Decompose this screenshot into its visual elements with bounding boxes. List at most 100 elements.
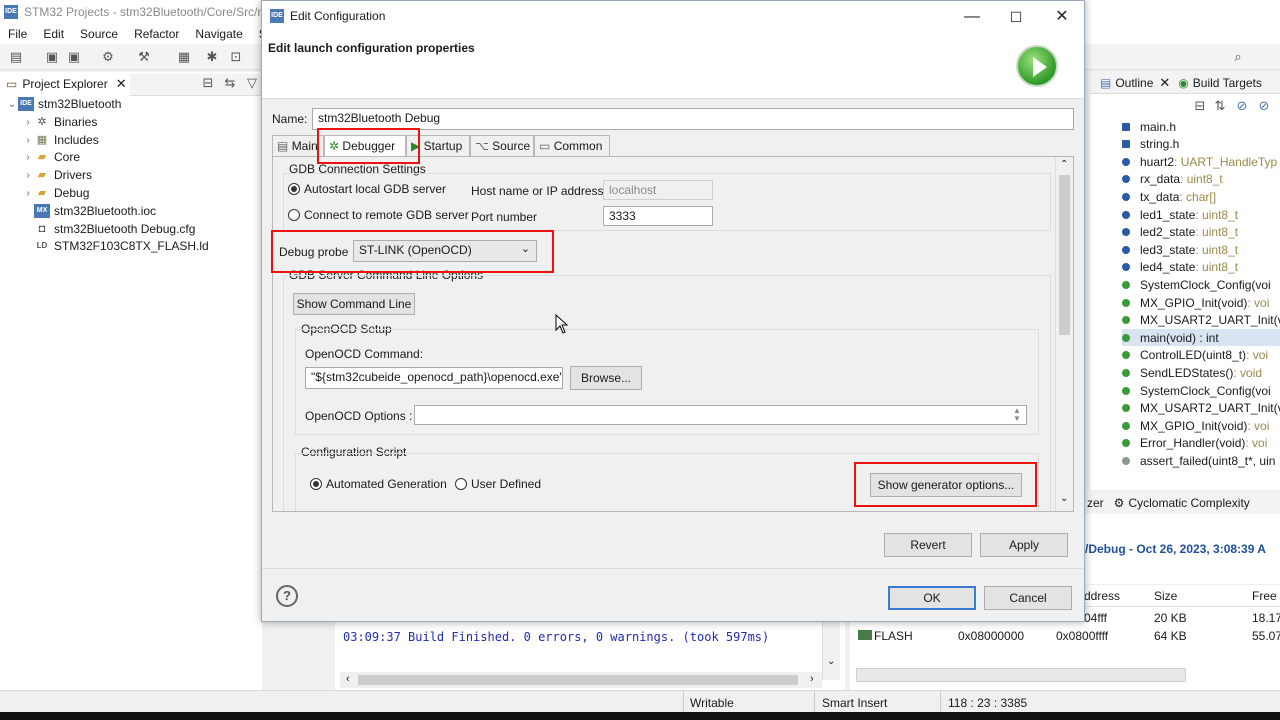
show-command-line-button[interactable]: Show Command Line: [293, 293, 415, 315]
chevron-right-icon[interactable]: ›: [22, 117, 34, 128]
close-icon[interactable]: ✕: [1052, 7, 1072, 27]
revert-button[interactable]: Revert: [884, 533, 972, 557]
outline-item[interactable]: led4_state : uint8_t: [1122, 259, 1238, 276]
table-row[interactable]: FLASH 0x08000000 0x0800ffff 64 KB 55.07: [850, 627, 1280, 645]
outline-item[interactable]: MX_USART2_UART_Init(vo: [1122, 400, 1280, 417]
outline-item[interactable]: Error_Handler(void) : voi: [1122, 435, 1267, 452]
tab-source[interactable]: ⌥ Source: [470, 135, 534, 156]
outline-item[interactable]: main.h: [1122, 118, 1176, 135]
outline-item[interactable]: MX_USART2_UART_Init(vo: [1122, 312, 1280, 329]
maximize-icon[interactable]: ☐: [1006, 7, 1026, 27]
close-icon[interactable]: ✕: [1159, 75, 1170, 91]
filter-icon[interactable]: ▽: [244, 75, 260, 91]
cancel-button[interactable]: Cancel: [984, 586, 1072, 610]
tree-item-binaries[interactable]: › ✲ Binaries: [22, 113, 97, 131]
chevron-left-icon[interactable]: ‹: [346, 673, 350, 685]
tab-cyclomatic-complexity[interactable]: Cyclomatic Complexity: [1128, 496, 1249, 510]
chevron-right-icon[interactable]: ›: [22, 152, 34, 163]
tree-item-ioc[interactable]: MX stm32Bluetooth.ioc: [34, 202, 156, 220]
config-name-field[interactable]: stm32Bluetooth Debug: [312, 108, 1074, 130]
menu-file[interactable]: File: [0, 27, 35, 41]
tab-analyzer[interactable]: zer: [1087, 496, 1104, 510]
menu-navigate[interactable]: Navigate: [187, 27, 250, 41]
outline-item[interactable]: led1_state : uint8_t: [1122, 206, 1238, 223]
link-editor-icon[interactable]: ⇆: [222, 75, 238, 91]
tab-outline[interactable]: Outline: [1115, 76, 1153, 90]
autostart-radio[interactable]: [288, 183, 300, 195]
outline-item[interactable]: assert_failed(uint8_t*, uin: [1122, 452, 1275, 469]
column-free[interactable]: Free: [1252, 589, 1277, 603]
openocd-options-field[interactable]: [414, 405, 1027, 425]
outline-item[interactable]: MX_GPIO_Init(void) : voi: [1122, 294, 1269, 311]
column-size[interactable]: Size: [1154, 589, 1177, 603]
chevron-right-icon[interactable]: ›: [810, 673, 814, 685]
openocd-command-field[interactable]: "${stm32cubeide_openocd_path}\openocd.ex…: [305, 367, 563, 389]
console-vscrollbar[interactable]: ⌄: [822, 622, 840, 680]
column-address[interactable]: ddress: [1084, 589, 1120, 603]
automated-generation-radio[interactable]: [310, 478, 322, 490]
user-defined-radio[interactable]: [455, 478, 467, 490]
tree-project[interactable]: ⌄ IDE stm32Bluetooth: [6, 95, 121, 113]
outline-item[interactable]: rx_data : uint8_t: [1122, 171, 1223, 188]
spin-arrows-icon[interactable]: ▲ ▼: [1013, 407, 1021, 423]
chevron-up-icon[interactable]: ⌃: [1060, 159, 1068, 170]
chevron-down-icon[interactable]: ⌄: [827, 656, 835, 667]
outline-item[interactable]: huart2 : UART_HandleTyp: [1122, 153, 1277, 170]
outline-item[interactable]: SendLEDStates() : void: [1122, 364, 1262, 381]
memory-hscrollbar[interactable]: [856, 668, 1186, 682]
save-icon[interactable]: ▣: [44, 49, 60, 65]
browse-button[interactable]: Browse...: [570, 366, 642, 390]
search-icon[interactable]: ⌕: [1230, 49, 1246, 65]
outline-item[interactable]: SystemClock_Config(voi: [1122, 382, 1271, 399]
tree-item-drivers[interactable]: › ▰ Drivers: [22, 166, 92, 184]
menu-source[interactable]: Source: [72, 27, 126, 41]
chevron-down-icon[interactable]: ⌄: [6, 99, 18, 110]
outline-item[interactable]: main(void) : int: [1122, 329, 1280, 347]
tree-item-core[interactable]: › ▰ Core: [22, 148, 80, 166]
minimize-icon[interactable]: —: [962, 7, 982, 27]
gear-icon[interactable]: ⚙: [100, 49, 116, 65]
outline-item[interactable]: MX_GPIO_Init(void) : voi: [1122, 417, 1269, 434]
tree-item-cfg[interactable]: ◘ stm32Bluetooth Debug.cfg: [34, 220, 196, 238]
tree-item-ld[interactable]: LD STM32F103C8TX_FLASH.ld: [34, 237, 209, 255]
host-field[interactable]: localhost: [603, 180, 713, 200]
port-field[interactable]: 3333: [603, 206, 713, 226]
sort-icon[interactable]: ⇅: [1212, 98, 1228, 114]
outline-item[interactable]: SystemClock_Config(voi: [1122, 276, 1271, 293]
new-icon[interactable]: ▤: [8, 49, 24, 65]
content-vscrollbar[interactable]: ⌃ ⌄: [1055, 157, 1073, 511]
tree-item-includes[interactable]: › ▦ Includes: [22, 131, 98, 149]
tree-item-debug[interactable]: › ▰ Debug: [22, 184, 89, 202]
tab-common[interactable]: ▭ Common: [534, 135, 610, 156]
outline-item[interactable]: led3_state : uint8_t: [1122, 241, 1238, 258]
outline-item[interactable]: led2_state : uint8_t: [1122, 224, 1238, 241]
tab-project-explorer[interactable]: ▭ Project Explorer ✕: [0, 74, 130, 96]
debug-icon[interactable]: ✱: [204, 49, 220, 65]
connect-remote-radio[interactable]: [288, 209, 300, 221]
tab-build-targets[interactable]: Build Targets: [1193, 76, 1262, 90]
hide-fields-icon[interactable]: ⊘: [1234, 98, 1250, 114]
chevron-right-icon[interactable]: ›: [22, 188, 34, 199]
console-hscrollbar[interactable]: ‹ ›: [340, 672, 822, 688]
chevron-right-icon[interactable]: ›: [22, 170, 34, 181]
ok-button[interactable]: OK: [888, 586, 976, 610]
outline-item[interactable]: tx_data : char[]: [1122, 188, 1216, 205]
close-icon[interactable]: ✕: [116, 76, 127, 92]
outline-item[interactable]: string.h: [1122, 136, 1179, 153]
chevron-right-icon[interactable]: ›: [22, 135, 34, 146]
save-all-icon[interactable]: ▣: [66, 49, 82, 65]
menu-edit[interactable]: Edit: [35, 27, 72, 41]
build-hammer-icon[interactable]: ⚒: [136, 49, 152, 65]
hide-static-icon[interactable]: ⊘: [1256, 98, 1272, 114]
collapse-icon[interactable]: ⊟: [1192, 98, 1208, 114]
chevron-down-icon[interactable]: ⌄: [1060, 493, 1068, 504]
lock-icon[interactable]: ⊡: [228, 49, 244, 65]
collapse-all-icon[interactable]: ⊟: [200, 75, 216, 91]
scroll-thumb[interactable]: [358, 675, 798, 685]
menu-refactor[interactable]: Refactor: [126, 27, 187, 41]
binary-icon[interactable]: ▦: [176, 49, 192, 65]
outline-item[interactable]: ControlLED(uint8_t) : voi: [1122, 347, 1268, 364]
apply-button[interactable]: Apply: [980, 533, 1068, 557]
scroll-thumb[interactable]: [1059, 175, 1070, 335]
help-icon[interactable]: ?: [276, 585, 298, 607]
